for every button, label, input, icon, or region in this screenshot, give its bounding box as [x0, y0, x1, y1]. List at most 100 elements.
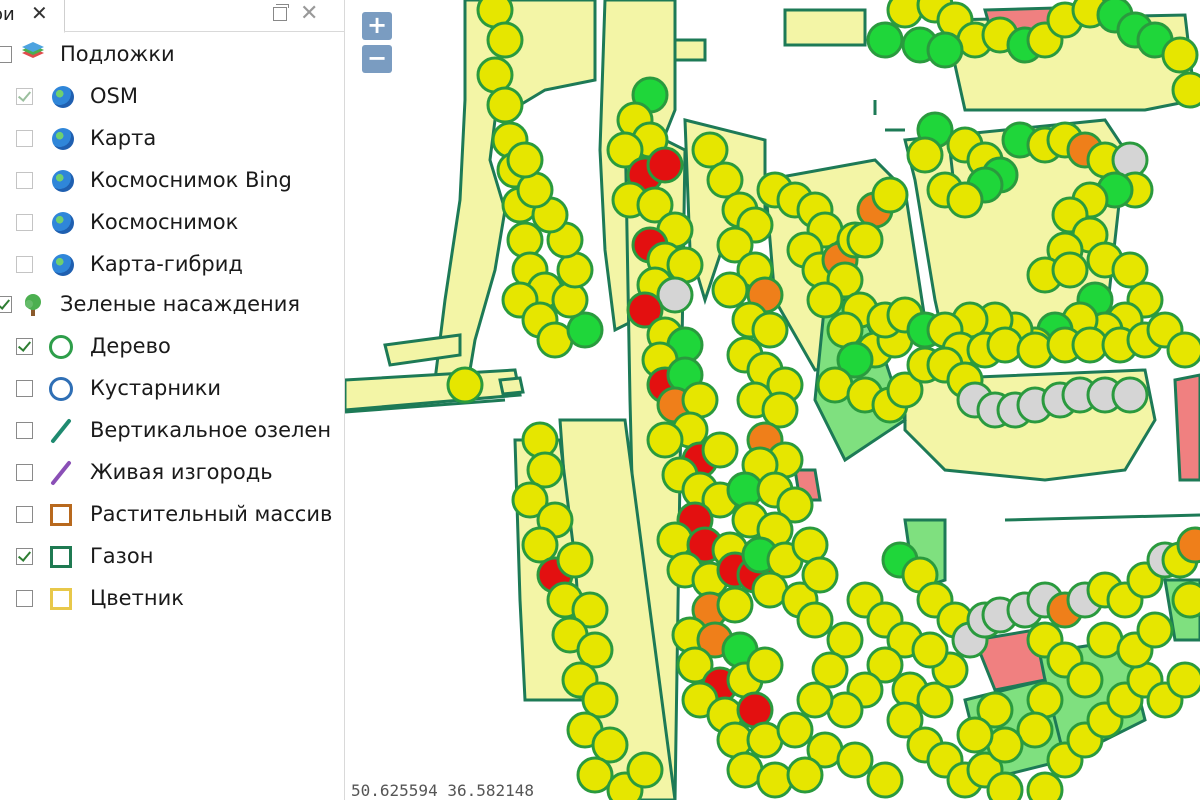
- tree-marker[interactable]: [1161, 36, 1199, 74]
- tree-marker[interactable]: [756, 761, 794, 799]
- group-checkbox-greenery[interactable]: [0, 296, 12, 313]
- path-line: [1004, 513, 1200, 522]
- layer-checkbox[interactable]: [16, 548, 33, 565]
- layer-label: Кустарники: [90, 376, 222, 400]
- tree-marker[interactable]: [551, 281, 589, 319]
- layer-group-basemaps[interactable]: Подложки: [0, 38, 344, 72]
- tree-marker[interactable]: [716, 586, 754, 624]
- tree-marker[interactable]: [836, 741, 874, 779]
- tree-circle-symbol-icon: [48, 334, 74, 360]
- tree-marker[interactable]: [796, 681, 834, 719]
- tree-marker[interactable]: [711, 271, 749, 309]
- tree-marker[interactable]: [946, 181, 984, 219]
- tree-marker[interactable]: [1066, 661, 1104, 699]
- tree-marker[interactable]: [1026, 771, 1064, 800]
- tree-marker[interactable]: [1166, 331, 1200, 369]
- layer-item-lawn[interactable]: Газон: [0, 540, 344, 574]
- tree-marker[interactable]: [506, 221, 544, 259]
- tree-marker[interactable]: [1016, 331, 1054, 369]
- tree-marker[interactable]: [911, 631, 949, 669]
- layer-checkbox[interactable]: [16, 130, 33, 147]
- tree-marker[interactable]: [701, 431, 739, 469]
- layer-checkbox[interactable]: [16, 338, 33, 355]
- tree-marker[interactable]: [986, 771, 1024, 800]
- map-canvas[interactable]: + − 50.625594 36.582148: [345, 0, 1200, 800]
- layer-group-greenery[interactable]: Зеленые насаждения: [0, 288, 344, 322]
- layer-checkbox[interactable]: [16, 256, 33, 273]
- tree-marker[interactable]: [1176, 526, 1200, 564]
- lawn-area: [673, 38, 707, 62]
- tree-marker[interactable]: [866, 21, 904, 59]
- tree-marker[interactable]: [906, 136, 944, 174]
- zoom-out-button[interactable]: −: [362, 45, 392, 73]
- layer-item-tree[interactable]: Дерево: [0, 330, 344, 364]
- cursor-coordinates: 50.625594 36.582148: [351, 781, 535, 800]
- flowerbed-area-icon: [48, 586, 74, 612]
- layer-checkbox[interactable]: [16, 380, 33, 397]
- layer-label: Космоснимок: [90, 210, 239, 234]
- layer-label: OSM: [90, 84, 138, 108]
- tab-close-icon[interactable]: ✕: [31, 3, 48, 23]
- tree-marker[interactable]: [746, 646, 784, 684]
- tree-marker[interactable]: [486, 21, 524, 59]
- group-label: Подложки: [60, 42, 175, 66]
- tree-marker[interactable]: [866, 761, 904, 799]
- tree-marker[interactable]: [521, 421, 559, 459]
- globe-icon: [50, 84, 76, 110]
- layer-checkbox[interactable]: [16, 214, 33, 231]
- layer-item-satellite[interactable]: Космоснимок: [0, 206, 344, 240]
- tree-marker[interactable]: [1171, 581, 1200, 619]
- tree-marker[interactable]: [1171, 71, 1200, 109]
- tree-marker[interactable]: [796, 601, 834, 639]
- layer-checkbox[interactable]: [16, 88, 33, 105]
- group-checkbox-basemaps[interactable]: [0, 46, 12, 63]
- tree-marker[interactable]: [806, 281, 844, 319]
- tree-marker[interactable]: [1166, 661, 1200, 699]
- tree-marker[interactable]: [646, 146, 684, 184]
- layer-item-vegetation-area[interactable]: Растительный массив: [0, 498, 344, 532]
- layer-label: Цветник: [90, 586, 184, 610]
- layer-checkbox[interactable]: [16, 506, 33, 523]
- layer-label: Газон: [90, 544, 154, 568]
- tree-marker[interactable]: [786, 756, 824, 794]
- tree-marker[interactable]: [646, 421, 684, 459]
- layer-item-shrubs[interactable]: Кустарники: [0, 372, 344, 406]
- layer-checkbox[interactable]: [16, 464, 33, 481]
- layer-panel: ои ✕ ✕ Подложки OSM Карта Космоснимок Bi…: [0, 0, 345, 800]
- layer-checkbox[interactable]: [16, 422, 33, 439]
- tree-marker[interactable]: [801, 556, 839, 594]
- zoom-in-button[interactable]: +: [362, 12, 392, 40]
- tree-marker[interactable]: [846, 221, 884, 259]
- layer-item-bing[interactable]: Космоснимок Bing: [0, 164, 344, 198]
- layer-label: Вертикальное озелен: [90, 418, 332, 442]
- tree-marker[interactable]: [1136, 611, 1174, 649]
- tab-layers[interactable]: ои ✕: [0, 0, 65, 33]
- restore-window-icon[interactable]: [271, 4, 291, 24]
- tree-marker[interactable]: [986, 326, 1024, 364]
- layer-item-flowerbed[interactable]: Цветник: [0, 582, 344, 616]
- close-window-icon[interactable]: ✕: [300, 3, 320, 25]
- tree-marker[interactable]: [956, 716, 994, 754]
- tree-marker[interactable]: [1111, 376, 1149, 414]
- tree-marker[interactable]: [926, 31, 964, 69]
- tree-marker[interactable]: [556, 541, 594, 579]
- tree-marker[interactable]: [871, 176, 909, 214]
- layer-item-hedge[interactable]: Живая изгородь: [0, 456, 344, 490]
- layer-checkbox[interactable]: [16, 590, 33, 607]
- tree-marker[interactable]: [506, 141, 544, 179]
- tree-marker[interactable]: [626, 751, 664, 789]
- layer-item-vertical-greening[interactable]: Вертикальное озелен: [0, 414, 344, 448]
- tree-marker[interactable]: [486, 86, 524, 124]
- layer-label: Карта-гибрид: [90, 252, 243, 276]
- tree-marker[interactable]: [776, 711, 814, 749]
- layer-checkbox[interactable]: [16, 172, 33, 189]
- tree-marker[interactable]: [751, 311, 789, 349]
- lawn-area: [783, 8, 867, 47]
- tree-marker[interactable]: [1051, 251, 1089, 289]
- layer-item-osm[interactable]: OSM: [0, 80, 344, 114]
- map-features[interactable]: [345, 0, 1200, 800]
- layer-item-map[interactable]: Карта: [0, 122, 344, 156]
- layer-item-hybrid[interactable]: Карта-гибрид: [0, 248, 344, 282]
- tree-marker[interactable]: [446, 366, 484, 404]
- lawn-area-icon: [48, 544, 74, 570]
